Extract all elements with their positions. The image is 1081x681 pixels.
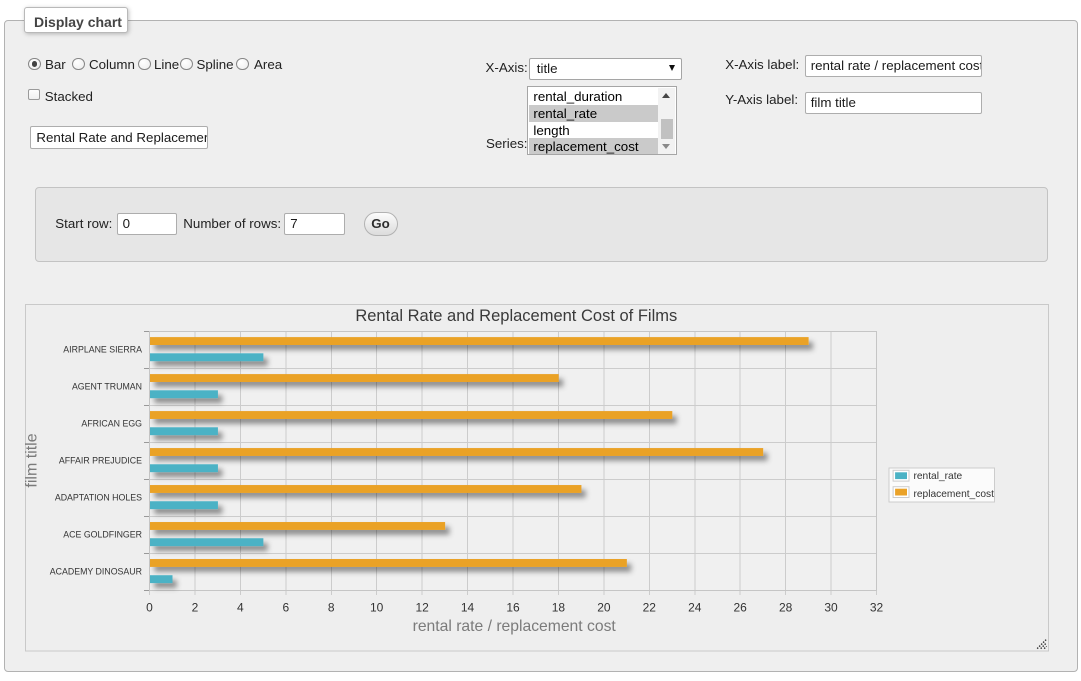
svg-text:2: 2 [191, 601, 198, 615]
svg-text:18: 18 [551, 601, 565, 615]
svg-text:film title: film title [25, 433, 41, 487]
svg-text:16: 16 [506, 601, 520, 615]
svg-text:6: 6 [282, 601, 289, 615]
svg-text:AFFAIR PREJUDICE: AFFAIR PREJUDICE [58, 455, 141, 465]
svg-text:AFRICAN EGG: AFRICAN EGG [81, 418, 142, 428]
svg-text:8: 8 [327, 601, 334, 615]
svg-text:AGENT TRUMAN: AGENT TRUMAN [71, 381, 141, 391]
svg-text:4: 4 [237, 601, 244, 615]
svg-text:12: 12 [415, 601, 429, 615]
svg-text:ACE GOLDFINGER: ACE GOLDFINGER [63, 529, 142, 539]
svg-text:AIRPLANE SIERRA: AIRPLANE SIERRA [63, 344, 142, 354]
svg-text:Rental Rate and Replacement Co: Rental Rate and Replacement Cost of Film… [355, 307, 677, 325]
svg-text:ACADEMY DINOSAUR: ACADEMY DINOSAUR [49, 566, 141, 576]
svg-text:28: 28 [778, 601, 792, 615]
svg-text:rental_rate: rental_rate [913, 471, 962, 482]
svg-text:0: 0 [146, 601, 153, 615]
svg-text:rental rate / replacement cost: rental rate / replacement cost [412, 618, 616, 635]
svg-text:22: 22 [642, 601, 656, 615]
svg-text:replacement_cost: replacement_cost [913, 489, 994, 500]
svg-text:10: 10 [370, 601, 384, 615]
svg-text:26: 26 [733, 601, 747, 615]
svg-text:14: 14 [460, 601, 474, 615]
svg-text:30: 30 [824, 601, 838, 615]
svg-text:ADAPTATION HOLES: ADAPTATION HOLES [54, 492, 141, 502]
svg-text:24: 24 [688, 601, 702, 615]
svg-text:32: 32 [869, 601, 883, 615]
svg-text:20: 20 [597, 601, 611, 615]
